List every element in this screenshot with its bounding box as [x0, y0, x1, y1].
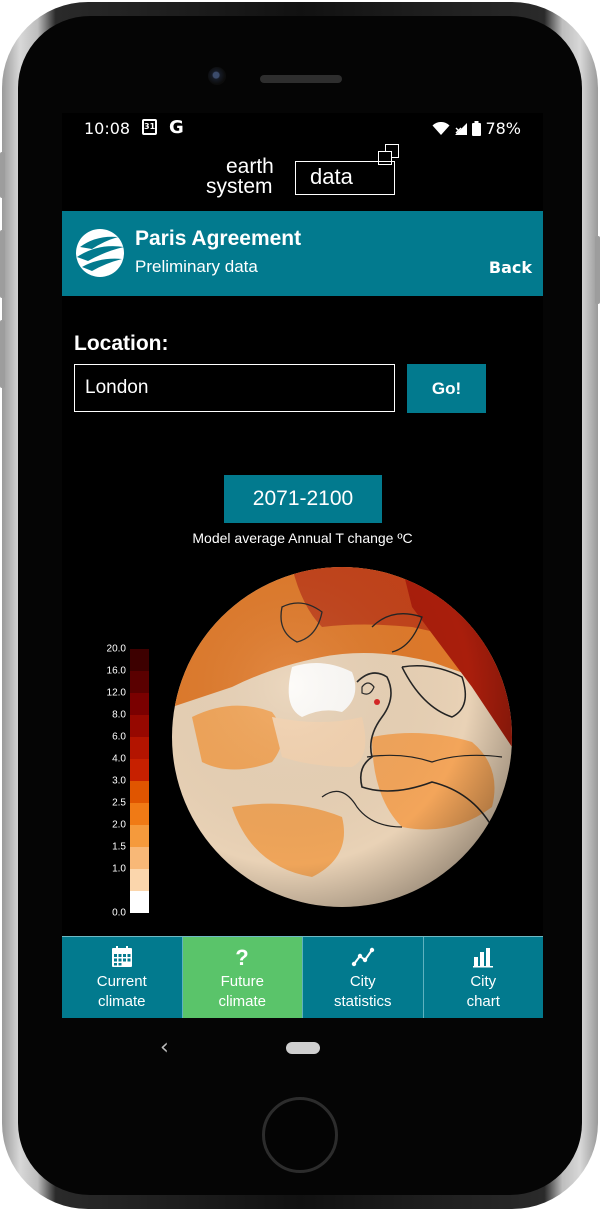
- nav-label: City chart: [424, 972, 544, 1012]
- nav-label-line1: Current: [96, 973, 147, 990]
- nav-current-climate[interactable]: Current climate: [62, 937, 183, 1018]
- temperature-globe-map: [172, 567, 512, 907]
- legend-tick-label: 4.0: [112, 753, 126, 765]
- app-screen: 10:08 31 G 78% earth system data Paris A…: [62, 113, 543, 1018]
- line-chart-icon: [351, 947, 374, 967]
- front-camera: [208, 67, 226, 85]
- location-input[interactable]: [74, 364, 395, 412]
- globe-emblem-icon: [76, 229, 124, 277]
- nav-label-line2: climate: [97, 993, 146, 1010]
- legend-swatch: [130, 825, 149, 847]
- question-icon: ?: [236, 945, 249, 969]
- legend-swatch: [130, 869, 149, 891]
- legend-swatch: [130, 715, 149, 737]
- calendar-icon: 31: [142, 119, 157, 135]
- legend-tick-label: 2.0: [112, 819, 126, 831]
- legend-tick-label: 2.5: [112, 797, 126, 809]
- google-icon: G: [169, 117, 184, 138]
- nav-label-line1: Future: [220, 973, 264, 990]
- back-button[interactable]: Back: [489, 258, 532, 277]
- location-label: Location:: [74, 332, 169, 355]
- legend-swatch: [130, 649, 149, 671]
- bar-chart-icon: [473, 948, 494, 968]
- legend-tick-label: 3.0: [112, 775, 126, 787]
- nav-city-chart[interactable]: City chart: [423, 937, 544, 1018]
- status-time: 10:08: [84, 119, 131, 138]
- svg-text:?: ?: [236, 945, 249, 969]
- battery-level: 78%: [485, 119, 521, 138]
- nav-label-line1: City: [349, 973, 376, 990]
- android-back-button[interactable]: ‹: [160, 1035, 169, 1060]
- map-caption: Model average Annual T change ºC: [192, 530, 413, 546]
- page-title: Paris Agreement: [135, 227, 302, 250]
- legend-tick-label: 8.0: [112, 709, 126, 721]
- battery-icon: [472, 121, 482, 136]
- nav-label: City statistics: [303, 972, 423, 1012]
- legend-tick-label: 6.0: [112, 731, 126, 743]
- signal-icon: [455, 122, 468, 135]
- earpiece-speaker: [260, 75, 342, 83]
- legend-color-bar: [130, 649, 149, 913]
- bottom-navigation: Current climate ? Future climate City st…: [62, 936, 543, 1018]
- period-selector-button[interactable]: 2071-2100: [224, 475, 382, 523]
- volume-up-button: [0, 230, 5, 298]
- nav-label-line2: climate: [218, 993, 266, 1010]
- nav-label: Current climate: [62, 972, 182, 1012]
- legend-tick-label: 16.0: [106, 665, 126, 677]
- home-button[interactable]: [262, 1097, 338, 1173]
- legend-swatch: [130, 847, 149, 869]
- legend-swatch: [130, 693, 149, 715]
- status-right: 78%: [432, 119, 521, 138]
- wifi-icon: [432, 121, 450, 135]
- legend-swatch: [130, 671, 149, 693]
- nav-label-line2: chart: [466, 993, 500, 1010]
- android-home-pill[interactable]: [286, 1042, 320, 1054]
- logo-word-earth: earth: [226, 155, 274, 178]
- nav-future-climate[interactable]: ? Future climate: [182, 937, 303, 1018]
- logo-data-box: data: [295, 161, 395, 195]
- nav-label-line1: City: [470, 973, 497, 990]
- legend-swatch: [130, 759, 149, 781]
- logo-word-system: system: [206, 175, 273, 198]
- nav-city-statistics[interactable]: City statistics: [303, 937, 424, 1018]
- app-header: Paris Agreement Preliminary data Back: [62, 211, 543, 296]
- go-button[interactable]: Go!: [407, 364, 486, 413]
- status-bar: 10:08 31 G 78%: [62, 113, 543, 143]
- legend-swatch: [130, 803, 149, 825]
- legend-tick-label: 0.0: [112, 907, 126, 919]
- mute-switch: [0, 152, 5, 198]
- legend-swatch: [130, 737, 149, 759]
- legend-tick-label: 1.5: [112, 841, 126, 853]
- page-subtitle: Preliminary data: [135, 257, 258, 276]
- legend-swatch: [130, 891, 149, 913]
- nav-label: Future climate: [183, 972, 303, 1012]
- power-button: [595, 236, 600, 304]
- earth-system-data-logo: earth system data: [206, 144, 406, 201]
- legend-tick-label: 1.0: [112, 863, 126, 875]
- calendar-icon: [111, 946, 132, 967]
- volume-down-button: [0, 320, 5, 388]
- nav-label-line2: statistics: [333, 993, 392, 1010]
- legend-swatch: [130, 781, 149, 803]
- logo-word-data: data: [310, 164, 353, 189]
- color-legend: 20.0 16.0 12.0 8.0 6.0 4.0 3.0 2.5 2.0 1.5 1.0 0.0: [96, 641, 156, 919]
- legend-tick-label: 12.0: [106, 687, 126, 699]
- legend-tick-label: 20.0: [106, 643, 126, 655]
